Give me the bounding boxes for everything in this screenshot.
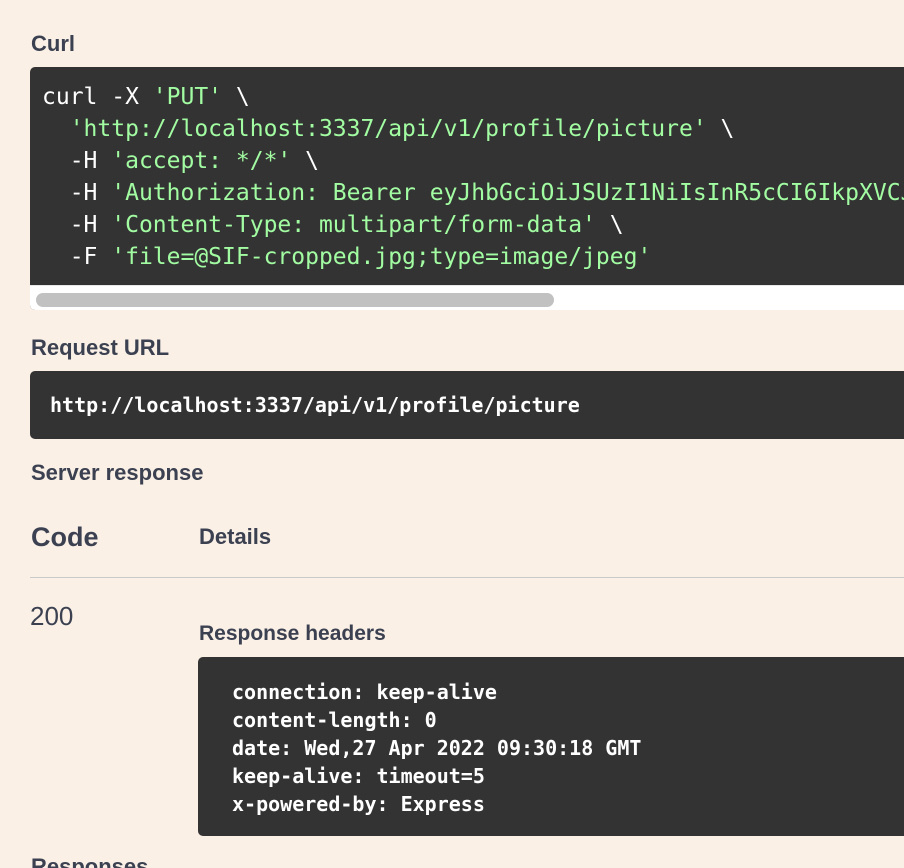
response-header-line: content-length: 0 [232, 708, 437, 732]
response-header-line: x-powered-by: Express [232, 792, 485, 816]
response-header-line: date: Wed,27 Apr 2022 09:30:18 GMT [232, 736, 642, 760]
request-url-block[interactable]: http://localhost:3337/api/v1/profile/pic… [30, 371, 904, 439]
response-headers-block[interactable]: connection: keep-alive content-length: 0… [198, 657, 904, 836]
curl-line: -H 'accept: */*' \ [42, 148, 319, 174]
curl-line: curl -X 'PUT' \ [42, 84, 250, 110]
response-headers-title: Response headers [199, 622, 386, 645]
response-headers-list: connection: keep-alive content-length: 0… [232, 678, 641, 818]
curl-command: curl -X 'PUT' \ 'http://localhost:3337/a… [42, 81, 904, 273]
table-header-divider [30, 577, 904, 578]
curl-line: -F 'file=@SIF-cropped.jpg;type=image/jpe… [42, 244, 652, 270]
curl-scrollbar-thumb[interactable] [36, 293, 554, 307]
responses-title: Responses [31, 854, 149, 868]
response-header-line: connection: keep-alive [232, 680, 497, 704]
response-status-code: 200 [30, 601, 74, 631]
response-header-line: keep-alive: timeout=5 [232, 764, 485, 788]
curl-title: Curl [31, 31, 75, 56]
column-header-code: Code [31, 522, 99, 552]
request-url-title: Request URL [31, 335, 170, 360]
curl-code-block[interactable]: curl -X 'PUT' \ 'http://localhost:3337/a… [30, 67, 904, 310]
curl-line: -H 'Authorization: Bearer eyJhbGciOiJSUz… [42, 180, 904, 206]
curl-horizontal-scrollbar[interactable] [30, 285, 904, 310]
swagger-try-it-out-panel: Curl curl -X 'PUT' \ 'http://localhost:3… [0, 0, 904, 868]
curl-line: 'http://localhost:3337/api/v1/profile/pi… [69, 116, 735, 142]
request-url-value: http://localhost:3337/api/v1/profile/pic… [50, 393, 580, 417]
curl-line: -H 'Content-Type: multipart/form-data' \ [42, 212, 624, 238]
server-response-title: Server response [31, 460, 204, 485]
column-header-details: Details [199, 524, 272, 549]
